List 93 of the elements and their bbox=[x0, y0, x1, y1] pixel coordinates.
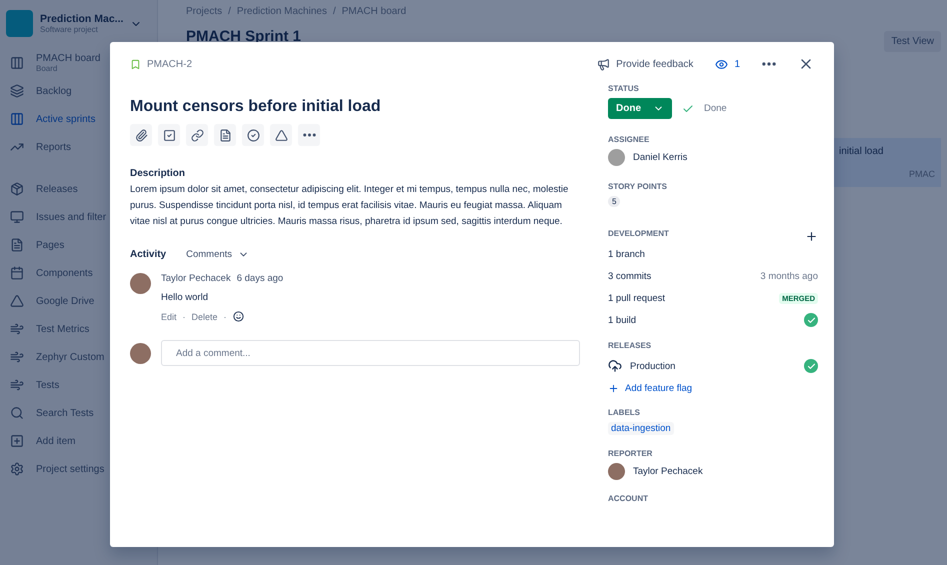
field-label: DEVELOPMENT bbox=[608, 229, 669, 238]
sidebar-item[interactable]: Zephyr Custom bbox=[36, 352, 104, 362]
commit-time: 3 months ago bbox=[760, 270, 818, 282]
sidebar-item[interactable]: Add item bbox=[36, 436, 76, 446]
sidebar-item[interactable]: Google Drive bbox=[36, 296, 94, 306]
sidebar-item[interactable]: Reports bbox=[36, 142, 72, 152]
eye-icon bbox=[715, 58, 728, 70]
breadcrumb-link[interactable]: PMACH board bbox=[342, 6, 406, 17]
description-text[interactable]: Lorem ipsum dolor sit amet, consectetur adipiscing elit. Integer et mi tempus, tempus nulla nec, molestie purus. Suspendisse tincidunt porta nisl, id tempus erat facilisis vitae. Mauris eu feugiat massa. Aliquam vitae nisl at purus congue ultricies. Mauris massa risus, pharetra id ipsum sed, sagittis interdum neque. bbox=[130, 182, 580, 230]
assignee-name[interactable]: Daniel Kerris bbox=[633, 152, 688, 163]
sidebar-item[interactable]: Backlog bbox=[36, 86, 72, 96]
dot-separator: · bbox=[224, 312, 227, 322]
avatar bbox=[130, 273, 151, 294]
comment-action-link[interactable]: Edit bbox=[161, 312, 177, 322]
issue-key[interactable]: PMACH-2 bbox=[147, 58, 192, 70]
development-link[interactable]: 1 build bbox=[608, 314, 636, 326]
emoji-icon bbox=[232, 311, 244, 322]
sidebar-item[interactable]: Project settings bbox=[36, 464, 104, 474]
sidebar-item[interactable]: Releases bbox=[36, 184, 78, 194]
triangle-button[interactable] bbox=[270, 124, 292, 146]
checkbox-button[interactable] bbox=[158, 124, 180, 146]
field-label: ACCOUNT bbox=[608, 494, 649, 503]
story-icon bbox=[130, 58, 141, 70]
sidebar-item[interactable]: Test Metrics bbox=[36, 324, 90, 334]
project-type: Software project bbox=[40, 25, 99, 34]
field-label: REPORTER bbox=[608, 449, 654, 458]
comment-input[interactable]: Add a comment... bbox=[161, 340, 580, 366]
status-dropdown[interactable]: Done bbox=[608, 98, 672, 119]
more-icon bbox=[762, 62, 776, 66]
label-tag[interactable]: data-ingestion bbox=[608, 422, 674, 435]
add-feature-flag-link[interactable]: Add feature flag bbox=[608, 383, 818, 394]
comments-filter[interactable]: Comments bbox=[180, 248, 256, 261]
board-action-button[interactable]: Test View bbox=[884, 31, 941, 52]
development-link[interactable]: 3 commits bbox=[608, 270, 652, 282]
attachment-button[interactable] bbox=[130, 124, 152, 146]
sidebar-item[interactable]: Components bbox=[36, 268, 93, 278]
plus-icon bbox=[805, 230, 818, 242]
sidebar-item[interactable]: PMACH board bbox=[36, 53, 100, 64]
megaphone-icon bbox=[597, 58, 610, 70]
checkbox-icon bbox=[162, 128, 176, 142]
activity-heading: Activity bbox=[130, 249, 166, 260]
document-button[interactable] bbox=[214, 124, 236, 146]
project-name[interactable]: Prediction Mac... bbox=[40, 13, 124, 25]
check-icon bbox=[682, 102, 694, 114]
comment-time: 6 days ago bbox=[236, 273, 284, 284]
more-icon bbox=[302, 133, 316, 137]
breadcrumb-separator: / bbox=[332, 6, 336, 17]
resolution-text: Done bbox=[704, 103, 727, 114]
sidebar-item[interactable]: Search Tests bbox=[36, 408, 94, 418]
field-label: ASSIGNEE bbox=[608, 135, 650, 144]
check-circle-icon bbox=[804, 359, 818, 373]
breadcrumb-link[interactable]: Projects bbox=[186, 6, 222, 17]
breadcrumb-separator: / bbox=[228, 6, 231, 17]
comment-action-link[interactable]: Delete bbox=[192, 312, 218, 322]
dot-separator: · bbox=[182, 312, 186, 322]
field-label: STORY POINTS bbox=[608, 182, 668, 191]
reporter-name[interactable]: Taylor Pechacek bbox=[633, 466, 703, 477]
avatar bbox=[608, 463, 625, 480]
triangle-icon bbox=[274, 128, 288, 142]
feedback-button[interactable]: Provide feedback bbox=[593, 56, 698, 72]
development-link[interactable]: 1 branch bbox=[608, 248, 645, 260]
link-button[interactable] bbox=[186, 124, 208, 146]
release-name[interactable]: Production bbox=[630, 360, 676, 372]
breadcrumb-link[interactable]: Prediction Machines bbox=[236, 6, 327, 17]
attachment-icon bbox=[134, 128, 148, 142]
sidebar-item[interactable]: Issues and filter bbox=[36, 212, 106, 222]
development-link[interactable]: 1 pull request bbox=[608, 292, 666, 304]
sidebar-item[interactable]: Tests bbox=[36, 380, 60, 390]
sprint-title: PMACH Sprint 1 bbox=[186, 28, 302, 45]
plus-icon bbox=[608, 383, 619, 394]
comment-text: Hello world bbox=[161, 292, 209, 303]
field-label: STATUS bbox=[608, 84, 640, 93]
link-icon bbox=[190, 128, 204, 142]
comment-author[interactable]: Taylor Pechacek bbox=[161, 273, 231, 284]
watch-button[interactable]: 1 bbox=[711, 56, 744, 72]
project-avatar bbox=[6, 10, 33, 37]
check-circle-icon bbox=[246, 128, 260, 142]
cloud-upload-icon bbox=[608, 359, 622, 373]
sidebar-item[interactable]: Active sprints bbox=[36, 114, 96, 124]
card-title: initial load bbox=[839, 146, 884, 157]
issue-title[interactable]: Mount censors before initial load bbox=[130, 98, 580, 116]
check-circle-icon bbox=[804, 313, 818, 327]
avatar bbox=[608, 149, 625, 166]
document-icon bbox=[218, 128, 232, 142]
description-heading: Description bbox=[130, 168, 186, 179]
field-label: RELEASES bbox=[608, 341, 652, 350]
check-circle-button[interactable] bbox=[242, 124, 264, 146]
sidebar-item-subtitle: Board bbox=[36, 64, 58, 73]
more-button[interactable] bbox=[298, 124, 320, 146]
story-points[interactable]: 5 bbox=[608, 196, 620, 207]
avatar bbox=[130, 342, 151, 364]
sidebar-item[interactable]: Pages bbox=[36, 240, 64, 250]
field-label: LABELS bbox=[608, 408, 641, 417]
